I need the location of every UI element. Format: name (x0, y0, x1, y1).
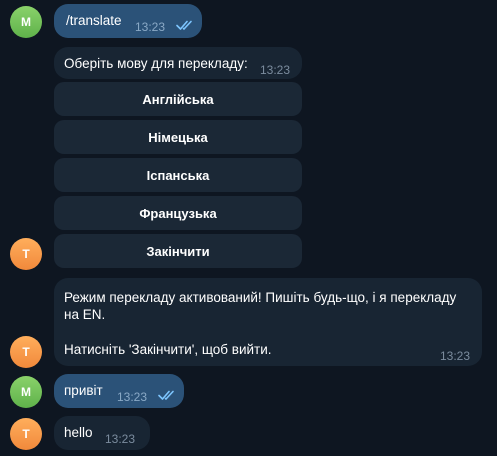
keyboard-button-german[interactable]: Німецька (54, 120, 302, 154)
message-text: Оберіть мову для перекладу: (64, 56, 248, 71)
avatar[interactable]: M (10, 376, 42, 408)
message-text-line: Натисніть 'Закінчити', щоб вийти. (64, 342, 272, 357)
message-text-line: Режим перекладу активований! Пишіть будь… (64, 290, 457, 305)
keyboard-button-french[interactable]: Французька (54, 196, 302, 230)
avatar-initial: T (22, 427, 30, 441)
avatar[interactable]: T (10, 336, 42, 368)
avatar[interactable]: T (10, 418, 42, 450)
message-time: 13:23 (105, 432, 136, 446)
message-text-line: на EN. (64, 307, 106, 322)
avatar-initial: T (22, 345, 30, 359)
message-bubble[interactable]: Оберіть мову для перекладу: 13:23 (54, 47, 302, 79)
avatar-initial: M (21, 15, 31, 29)
message-bubble[interactable]: привіт 13:23 (54, 374, 184, 408)
message-bubble[interactable]: Режим перекладу активований! Пишіть будь… (54, 278, 482, 366)
message-bubble[interactable]: hello 13:23 (54, 416, 150, 450)
keyboard-button-english[interactable]: Англійська (54, 82, 302, 116)
message-text: hello (64, 425, 93, 440)
avatar[interactable]: T (10, 238, 42, 270)
message-time: 13:23 (260, 63, 291, 77)
keyboard-button-spanish[interactable]: Іспанська (54, 158, 302, 192)
avatar-initial: T (22, 247, 30, 261)
message-bubble[interactable]: /translate 13:23 (54, 4, 202, 38)
double-check-icon (176, 20, 192, 30)
keyboard-button-finish[interactable]: Закінчити (54, 234, 302, 268)
avatar-initial: M (21, 385, 31, 399)
message-time: 13:23 (135, 20, 166, 34)
message-time: 13:23 (117, 390, 148, 404)
double-check-icon (158, 390, 174, 400)
avatar[interactable]: M (10, 6, 42, 38)
message-text: привіт (64, 383, 103, 398)
message-time: 13:23 (440, 349, 471, 363)
message-text: /translate (66, 13, 122, 28)
